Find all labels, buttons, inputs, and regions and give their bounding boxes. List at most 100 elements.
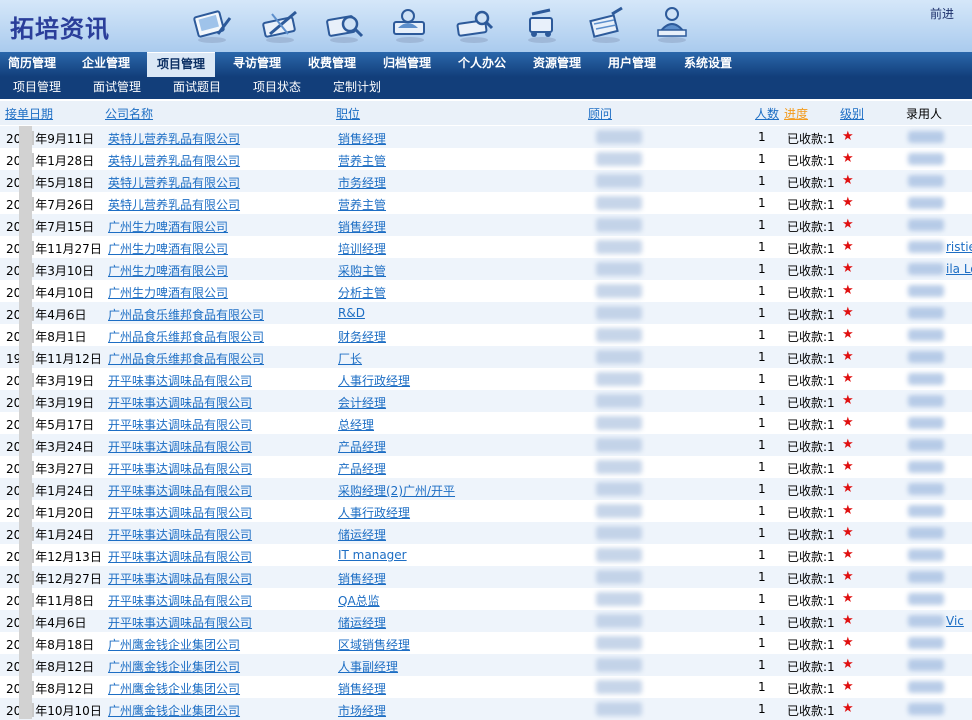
position-cell[interactable]: 销售经理 (338, 570, 386, 587)
company-cell[interactable]: 英特儿营养乳品有限公司 (108, 130, 240, 147)
position-link[interactable]: 销售经理 (338, 572, 386, 586)
position-cell[interactable]: 培训经理 (338, 240, 386, 257)
company-cell[interactable]: 广州鹰金钱企业集团公司 (108, 680, 240, 697)
company-cell[interactable]: 开平味事达调味品有限公司 (108, 592, 252, 609)
company-cell[interactable]: 广州生力啤酒有限公司 (108, 284, 228, 301)
company-link[interactable]: 广州鹰金钱企业集团公司 (108, 682, 240, 696)
position-cell[interactable]: 厂长 (338, 350, 362, 367)
company-cell[interactable]: 开平味事达调味品有限公司 (108, 614, 252, 631)
extra-link[interactable]: ristie (946, 240, 972, 254)
position-cell[interactable]: 人事副经理 (338, 658, 398, 675)
company-link[interactable]: 广州生力啤酒有限公司 (108, 286, 228, 300)
company-link[interactable]: 开平味事达调味品有限公司 (108, 484, 252, 498)
company-link[interactable]: 英特儿营养乳品有限公司 (108, 132, 240, 146)
position-link[interactable]: 产品经理 (338, 440, 386, 454)
company-link[interactable]: 开平味事达调味品有限公司 (108, 616, 252, 630)
company-cell[interactable]: 开平味事达调味品有限公司 (108, 460, 252, 477)
people-tools-icon[interactable] (388, 4, 432, 46)
company-cell[interactable]: 广州鹰金钱企业集团公司 (108, 636, 240, 653)
extra-cell[interactable]: Vic (946, 614, 972, 628)
company-link[interactable]: 广州鹰金钱企业集团公司 (108, 638, 240, 652)
company-link[interactable]: 开平味事达调味品有限公司 (108, 528, 252, 542)
company-link[interactable]: 开平味事达调味品有限公司 (108, 418, 252, 432)
subnav-item-custom-plan[interactable]: 定制计划 (333, 77, 381, 99)
position-link[interactable]: 营养主管 (338, 198, 386, 212)
position-link[interactable]: R&D (338, 306, 365, 320)
position-cell[interactable]: 区域销售经理 (338, 636, 410, 653)
company-cell[interactable]: 广州生力啤酒有限公司 (108, 240, 228, 257)
company-cell[interactable]: 广州品食乐维邦食品有限公司 (108, 350, 264, 367)
position-link[interactable]: 人事行政经理 (338, 374, 410, 388)
position-link[interactable]: 会计经理 (338, 396, 386, 410)
position-cell[interactable]: 营养主管 (338, 152, 386, 169)
company-cell[interactable]: 广州鹰金钱企业集团公司 (108, 658, 240, 675)
extra-cell[interactable]: ristie (946, 240, 972, 254)
toolbox-pencil-icon[interactable] (258, 4, 302, 46)
position-link[interactable]: 采购经理(2)广州/开平 (338, 484, 455, 498)
company-link[interactable]: 广州生力啤酒有限公司 (108, 220, 228, 234)
position-cell[interactable]: 储运经理 (338, 526, 386, 543)
position-cell[interactable]: 储运经理 (338, 614, 386, 631)
position-link[interactable]: 总经理 (338, 418, 374, 432)
position-link[interactable]: 销售经理 (338, 682, 386, 696)
position-cell[interactable]: 会计经理 (338, 394, 386, 411)
company-link[interactable]: 英特儿营养乳品有限公司 (108, 176, 240, 190)
position-link[interactable]: 厂长 (338, 352, 362, 366)
nav-item-resume[interactable]: 简历管理 (8, 52, 56, 77)
magnifier-tools-icon[interactable] (322, 4, 366, 46)
position-link[interactable]: 分析主管 (338, 286, 386, 300)
position-cell[interactable]: 采购主管 (338, 262, 386, 279)
nav-item-fees[interactable]: 收费管理 (308, 52, 356, 77)
company-cell[interactable]: 广州生力啤酒有限公司 (108, 218, 228, 235)
header-position[interactable]: 职位 (336, 105, 360, 122)
header-count[interactable]: 人数 (755, 105, 779, 122)
nav-item-users[interactable]: 用户管理 (608, 52, 656, 77)
position-cell[interactable]: 总经理 (338, 416, 374, 433)
position-cell[interactable]: 采购经理(2)广州/开平 (338, 482, 455, 499)
nav-item-project[interactable]: 项目管理 (147, 52, 216, 78)
company-link[interactable]: 开平味事达调味品有限公司 (108, 594, 252, 608)
company-link[interactable]: 广州品食乐维邦食品有限公司 (108, 330, 264, 344)
position-cell[interactable]: 销售经理 (338, 680, 386, 697)
position-cell[interactable]: IT manager (338, 548, 407, 562)
position-link[interactable]: 营养主管 (338, 154, 386, 168)
company-cell[interactable]: 英特儿营养乳品有限公司 (108, 174, 240, 191)
company-cell[interactable]: 广州鹰金钱企业集团公司 (108, 702, 240, 719)
position-link[interactable]: 人事行政经理 (338, 506, 410, 520)
company-link[interactable]: 开平味事达调味品有限公司 (108, 440, 252, 454)
position-cell[interactable]: 产品经理 (338, 438, 386, 455)
position-cell[interactable]: 人事行政经理 (338, 504, 410, 521)
company-link[interactable]: 广州鹰金钱企业集团公司 (108, 660, 240, 674)
position-link[interactable]: 销售经理 (338, 132, 386, 146)
company-link[interactable]: 开平味事达调味品有限公司 (108, 396, 252, 410)
position-cell[interactable]: 市场经理 (338, 702, 386, 719)
nav-item-search[interactable]: 寻访管理 (233, 52, 281, 77)
company-link[interactable]: 广州品食乐维邦食品有限公司 (108, 308, 264, 322)
company-link[interactable]: 英特儿营养乳品有限公司 (108, 198, 240, 212)
position-link[interactable]: 储运经理 (338, 616, 386, 630)
company-cell[interactable]: 开平味事达调味品有限公司 (108, 526, 252, 543)
nav-item-archive[interactable]: 归档管理 (383, 52, 431, 77)
company-cell[interactable]: 英特儿营养乳品有限公司 (108, 152, 240, 169)
company-link[interactable]: 广州生力啤酒有限公司 (108, 264, 228, 278)
position-cell[interactable]: 销售经理 (338, 130, 386, 147)
header-consultant[interactable]: 顾问 (588, 105, 612, 122)
position-link[interactable]: 市场经理 (338, 704, 386, 718)
company-link[interactable]: 开平味事达调味品有限公司 (108, 550, 252, 564)
position-cell[interactable]: 人事行政经理 (338, 372, 410, 389)
position-link[interactable]: 采购主管 (338, 264, 386, 278)
company-cell[interactable]: 开平味事达调味品有限公司 (108, 504, 252, 521)
header-date[interactable]: 接单日期 (5, 105, 53, 122)
position-link[interactable]: QA总监 (338, 594, 380, 608)
cart-pencil-icon[interactable] (520, 4, 564, 46)
position-link[interactable]: 储运经理 (338, 528, 386, 542)
subnav-item-project-mgmt[interactable]: 项目管理 (13, 77, 61, 99)
position-link[interactable]: IT manager (338, 548, 407, 562)
extra-link[interactable]: Vic (946, 614, 964, 628)
nav-item-office[interactable]: 个人办公 (458, 52, 506, 77)
company-cell[interactable]: 开平味事达调味品有限公司 (108, 548, 252, 565)
forward-link[interactable]: 前进 (930, 5, 954, 22)
nav-item-settings[interactable]: 系统设置 (684, 52, 732, 77)
company-cell[interactable]: 广州生力啤酒有限公司 (108, 262, 228, 279)
subnav-item-interview-mgmt[interactable]: 面试管理 (93, 77, 141, 99)
